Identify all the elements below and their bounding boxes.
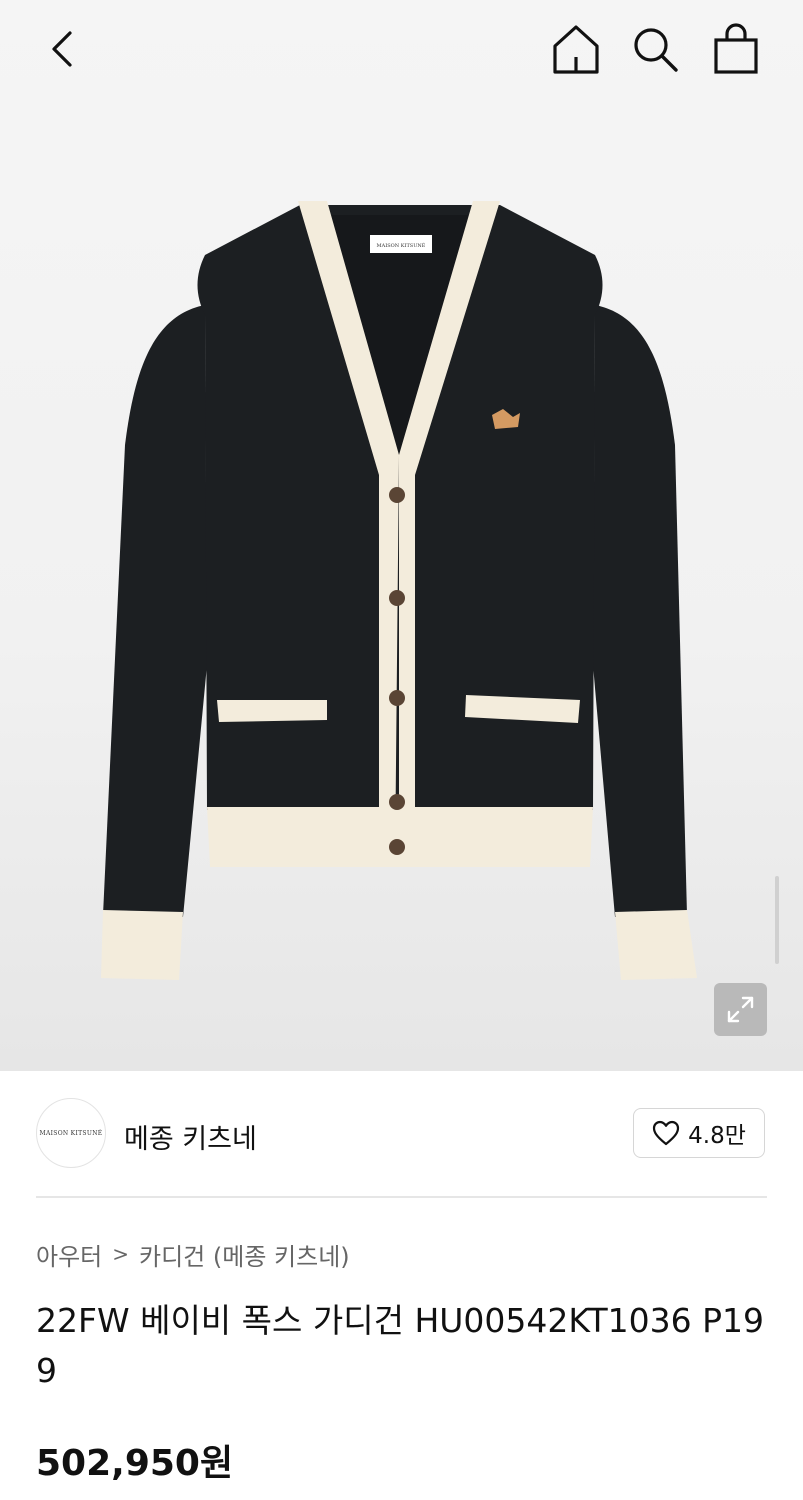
expand-icon [727,996,754,1023]
like-button[interactable]: 4.8만 [633,1108,765,1158]
garment-label-text: MAISON KITSUNÉ [377,241,426,249]
like-count: 4.8만 [688,1123,746,1149]
search-button[interactable] [630,24,680,74]
product-price: 502,950원 [36,1443,234,1484]
heart-icon [653,1120,680,1146]
section-divider [36,1196,767,1198]
chevron-right-icon: > [112,1242,130,1266]
home-icon [553,25,599,74]
brand-logo[interactable]: MAISON KITSUNÉ [36,1098,106,1168]
shopping-bag-button[interactable] [710,22,762,76]
breadcrumb-item-outer[interactable]: 아우터 [36,1237,102,1272]
expand-image-button[interactable] [714,983,767,1036]
breadcrumb-item-cardigan[interactable]: 카디건 (메종 키츠네) [139,1237,350,1272]
shopping-bag-icon [714,23,758,74]
brand-logo-text: MAISON KITSUNÉ [39,1129,103,1137]
breadcrumb: 아우터 > 카디건 (메종 키츠네) [36,1237,350,1272]
product-image-area[interactable]: MAISON KITSUNÉ [0,0,803,1071]
product-title: 22FW 베이비 폭스 가디건 HU00542KT1036 P199 [36,1301,764,1390]
search-icon [634,28,678,72]
image-scrollbar[interactable] [775,876,779,964]
home-button[interactable] [549,22,603,76]
top-navigation-bar [0,0,803,100]
back-button[interactable] [40,26,86,72]
cardigan-product-image: MAISON KITSUNÉ [101,201,697,980]
chevron-left-icon [52,31,72,67]
brand-row: MAISON KITSUNÉ 메종 키츠네 4.8만 [0,1071,803,1197]
brand-name[interactable]: 메종 키츠네 [124,1117,257,1156]
